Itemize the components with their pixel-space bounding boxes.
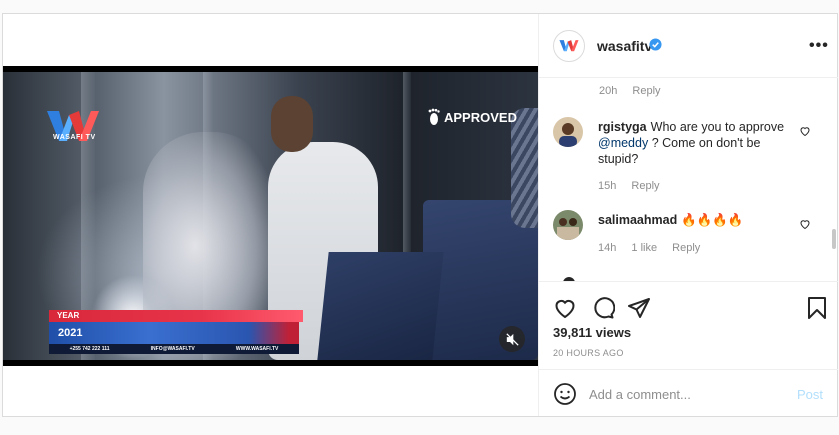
channel-logo-text: WASAFI TV xyxy=(53,134,96,141)
lower-third-value: 2021 xyxy=(58,327,83,339)
contact-phone: +255 742 222 111 xyxy=(69,346,110,352)
lower-third-label-bar: YEAR xyxy=(49,310,303,322)
username-link[interactable]: wasafitv xyxy=(597,38,652,54)
add-comment-bar: Post xyxy=(539,369,838,416)
comment-meta: 20h Reply xyxy=(599,85,673,97)
lower-third-contact-bar: +255 742 222 111 INFO@WASAFI.TV WWW.WASA… xyxy=(49,344,299,354)
video-player[interactable]: WASAFI TV APPROVED YEAR 2021 +255 742 22… xyxy=(3,66,538,366)
contact-email: INFO@WASAFI.TV xyxy=(150,346,195,352)
contact-website: WWW.WASAFI.TV xyxy=(235,346,279,352)
comment-meta: 14h 1 like Reply xyxy=(598,242,712,254)
more-options-button[interactable]: ••• xyxy=(809,37,829,55)
bookmark-icon[interactable] xyxy=(805,296,829,320)
wasafi-logo-icon xyxy=(47,111,99,141)
speaker-muted-icon xyxy=(505,332,519,346)
lower-third-banner: YEAR 2021 +255 742 222 111 INFO@WASAFI.T… xyxy=(49,310,303,360)
avatar-image xyxy=(553,117,583,147)
lower-third-value-bar: 2021 xyxy=(49,322,299,344)
post-comment-button[interactable]: Post xyxy=(797,387,823,402)
video-frame: WASAFI TV APPROVED YEAR 2021 +255 742 22… xyxy=(3,72,538,360)
wasafi-avatar-logo-icon xyxy=(559,40,579,52)
add-comment-input[interactable] xyxy=(589,383,789,405)
reply-button[interactable]: Reply xyxy=(672,242,700,254)
comment-body: Who are you to approve xyxy=(650,120,785,134)
lower-third-label: YEAR xyxy=(57,311,80,320)
comment-icon[interactable] xyxy=(591,296,615,320)
post-actions: 39,811 views 20 HOURS AGO xyxy=(539,281,838,369)
emoji-icon[interactable] xyxy=(553,382,577,406)
heart-icon[interactable] xyxy=(553,296,577,320)
mute-button[interactable] xyxy=(499,326,525,352)
reply-button[interactable]: Reply xyxy=(631,180,659,192)
avatar-image xyxy=(553,210,583,240)
comment-likes[interactable]: 1 like xyxy=(631,242,657,254)
post-sidebar: wasafitv ••• 20h Reply rgistyga Who are … xyxy=(538,14,838,416)
like-comment-icon[interactable] xyxy=(799,125,811,137)
share-icon[interactable] xyxy=(627,296,651,320)
comment-username[interactable]: salimaahmad xyxy=(598,213,677,227)
mention-link[interactable]: @meddy xyxy=(598,136,648,150)
groom-head xyxy=(271,96,313,152)
blue-bag xyxy=(317,252,444,360)
like-comment-icon[interactable] xyxy=(799,218,811,230)
comment-text: salimaahmad 🔥🔥🔥🔥 xyxy=(598,212,788,228)
verified-badge-icon xyxy=(649,38,662,51)
comments-scrollbar[interactable] xyxy=(832,229,836,249)
comment-text: rgistyga Who are you to approve @meddy ? … xyxy=(598,119,788,167)
reply-button[interactable]: Reply xyxy=(632,85,660,97)
comments-list[interactable]: 20h Reply rgistyga Who are you to approve… xyxy=(539,79,838,281)
avatar[interactable] xyxy=(553,30,585,62)
avatar[interactable] xyxy=(553,117,583,147)
watermark-text: APPROVED xyxy=(444,109,517,125)
comment-time: 14h xyxy=(598,242,617,254)
comment-username[interactable]: rgistyga xyxy=(598,120,647,134)
vase xyxy=(511,108,538,228)
media-panel: WASAFI TV APPROVED YEAR 2021 +255 742 22… xyxy=(3,14,538,416)
post-dialog: WASAFI TV APPROVED YEAR 2021 +255 742 22… xyxy=(2,13,838,417)
comment-body: 🔥🔥🔥🔥 xyxy=(681,213,744,227)
comment-time: 20h xyxy=(599,85,618,97)
avatar[interactable] xyxy=(553,210,583,240)
view-count[interactable]: 39,811 views xyxy=(553,325,631,340)
comment-time: 15h xyxy=(598,180,617,192)
approved-watermark: APPROVED xyxy=(427,108,517,126)
footprint-icon xyxy=(428,108,440,125)
post-timestamp[interactable]: 20 HOURS AGO xyxy=(553,348,624,358)
comment-meta: 15h Reply xyxy=(598,180,672,192)
post-header: wasafitv ••• xyxy=(539,14,838,78)
